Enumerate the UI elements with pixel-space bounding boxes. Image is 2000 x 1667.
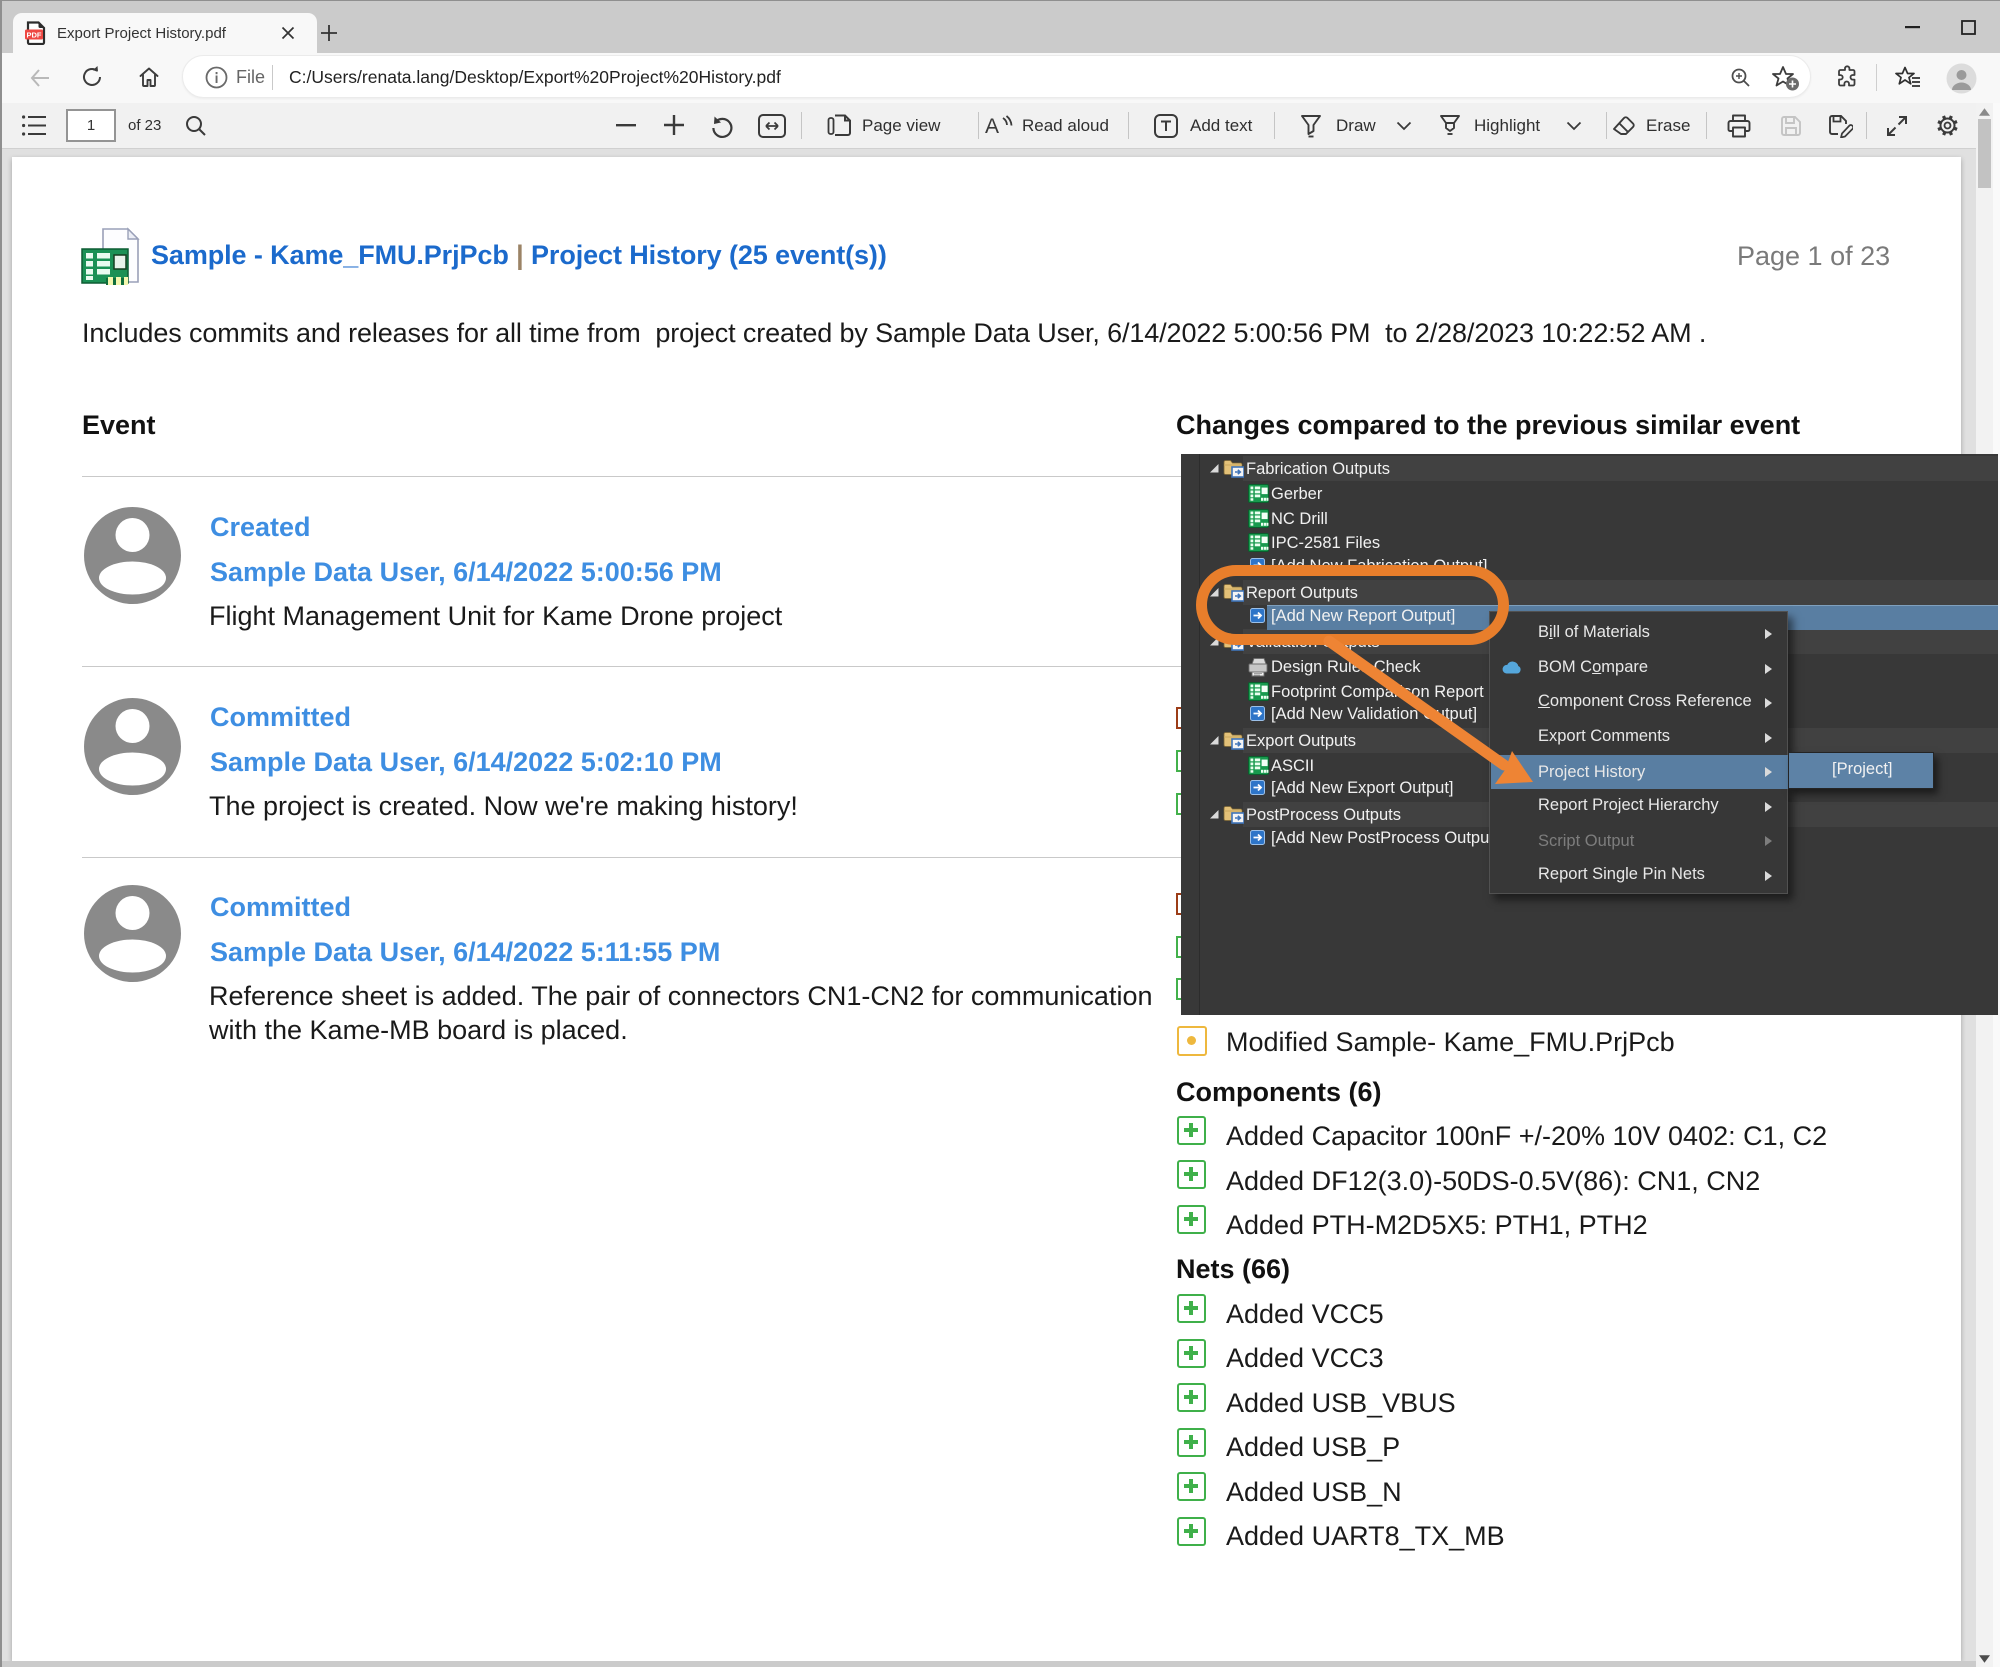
svg-text:A: A: [985, 115, 999, 138]
svg-text:PDF: PDF: [27, 31, 42, 40]
